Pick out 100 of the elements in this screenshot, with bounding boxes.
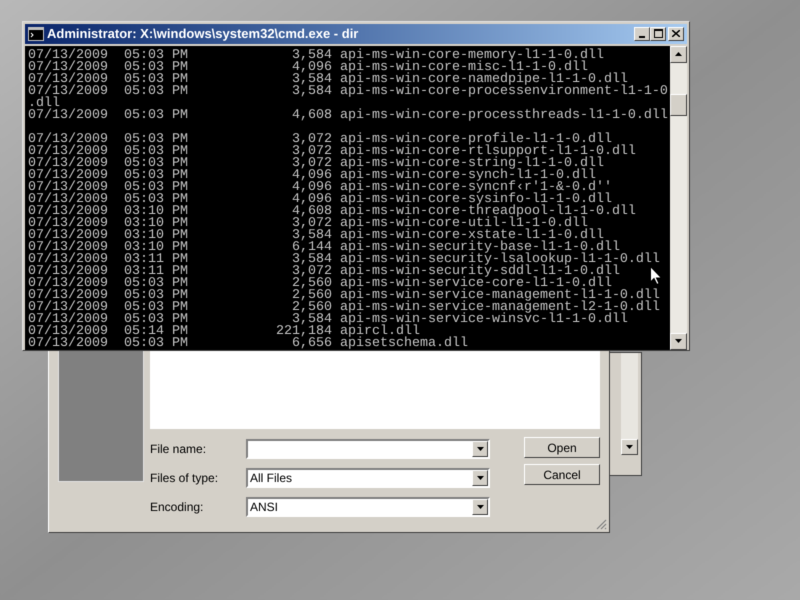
cancel-button[interactable]: Cancel: [524, 464, 600, 485]
file-size-text: 3,072: [292, 158, 332, 170]
field-label: File name:: [150, 440, 208, 458]
am-pm-text: PM: [172, 206, 188, 218]
am-pm-text: PM: [172, 242, 188, 254]
minimize-icon: [639, 36, 645, 38]
file-name-text: api-ms-win-core-threadpool-l1-1-0.dll: [340, 206, 636, 218]
date-text: 07/13/2009: [28, 134, 108, 146]
time-text: 05:03: [124, 302, 164, 314]
time-text: 05:03: [124, 170, 164, 182]
date-text: 07/13/2009: [28, 218, 108, 230]
date-text: 07/13/2009: [28, 266, 108, 278]
dropdown-value: All Files: [249, 470, 294, 486]
time-text: 05:03: [124, 338, 164, 350]
file-name-text: apircl.dll: [340, 326, 420, 338]
dropdown-button[interactable]: [472, 470, 488, 486]
file-name-text: api-ms-win-core-xstate-l1-1-0.dll: [340, 230, 604, 242]
am-pm-text: PM: [172, 218, 188, 230]
file-name-text: api-ms-win-service-management-l1-1-0.dll: [340, 290, 660, 302]
down-arrow-icon: [675, 339, 682, 343]
file-name-text: api-ms-win-core-synch-l1-1-0.dll: [340, 170, 596, 182]
am-pm-text: PM: [172, 338, 188, 350]
field-label: Encoding:: [150, 498, 204, 516]
file-size-text: 6,144: [292, 242, 332, 254]
file-name-text: api-ms-win-core-string-l1-1-0.dll: [340, 158, 604, 170]
maximize-button[interactable]: [650, 26, 666, 41]
file-name-text: api-ms-win-core-misc-l1-1-0.dll: [340, 62, 588, 74]
time-text: 05:03: [124, 86, 164, 98]
down-arrow-icon: [476, 504, 484, 508]
am-pm-text: PM: [172, 170, 188, 182]
open-button[interactable]: Open: [524, 437, 600, 458]
am-pm-text: PM: [172, 230, 188, 242]
time-text: 05:03: [124, 314, 164, 326]
file-name-combo-box[interactable]: [246, 438, 490, 458]
scroll-up-button[interactable]: [670, 46, 687, 62]
file-size-text: 3,584: [292, 50, 332, 62]
down-arrow-icon: [476, 446, 484, 450]
close-button[interactable]: [668, 26, 684, 41]
file-size-text: 3,584: [292, 74, 332, 86]
am-pm-text: PM: [172, 326, 188, 338]
date-text: 07/13/2009: [28, 158, 108, 170]
file-size-text: 3,072: [292, 146, 332, 158]
file-name-text: api-ms-win-service-winsvc-l1-1-0.dll: [340, 314, 628, 326]
file-name-text: api-ms-win-core-sysinfo-l1-1-0.dll: [340, 194, 612, 206]
date-text: 07/13/2009: [28, 146, 108, 158]
resize-grip-icon: [596, 519, 607, 530]
file-size-text: 3,584: [292, 314, 332, 326]
time-text: 05:03: [124, 62, 164, 74]
minimize-button[interactable]: [634, 26, 650, 41]
am-pm-text: PM: [172, 254, 188, 266]
dropdown-button[interactable]: [472, 440, 488, 456]
date-text: 07/13/2009: [28, 278, 108, 290]
file-size-text: 4,096: [292, 170, 332, 182]
file-name-text: api-ms-win-core-rtlsupport-l1-1-0.dll: [340, 146, 636, 158]
file-name-text: apisetschema.dll: [340, 338, 468, 350]
am-pm-text: PM: [172, 278, 188, 290]
file-size-text: 3,072: [292, 266, 332, 278]
file-size-text: 4,608: [292, 206, 332, 218]
date-text: 07/13/2009: [28, 230, 108, 242]
file-name-text: api-ms-win-service-core-l1-1-0.dll: [340, 278, 612, 290]
date-text: 07/13/2009: [28, 302, 108, 314]
date-text: 07/13/2009: [28, 86, 108, 98]
mouse-pointer-icon: [650, 266, 662, 285]
time-text: 03:10: [124, 242, 164, 254]
file-name-text: api-ms-win-core-namedpipe-l1-1-0.dll: [340, 74, 628, 86]
scroll-down-button[interactable]: [621, 439, 638, 455]
dropdown[interactable]: ANSI: [246, 496, 490, 516]
window-title: Administrator: X:\windows\system32\cmd.exe - dir: [47, 25, 360, 43]
time-text: 05:03: [124, 194, 164, 206]
file-size-text: 4,608: [292, 110, 332, 122]
close-icon: [672, 30, 680, 38]
file-name-text: api-ms-win-core-profile-l1-1-0.dll: [340, 134, 612, 146]
am-pm-text: PM: [172, 290, 188, 302]
dropdown-button[interactable]: [472, 498, 488, 514]
field-label: Files of type:: [150, 470, 220, 486]
am-pm-text: PM: [172, 50, 188, 62]
time-text: 05:03: [124, 146, 164, 158]
down-arrow-icon: [626, 445, 633, 449]
time-text: 05:14: [124, 326, 164, 338]
am-pm-text: PM: [172, 146, 188, 158]
file-name-text: api-ms-win-core-memory-l1-1-0.dll: [340, 50, 604, 62]
am-pm-text: PM: [172, 266, 188, 278]
date-text: 07/13/2009: [28, 74, 108, 86]
maximize-icon: [654, 29, 662, 38]
am-pm-text: PM: [172, 302, 188, 314]
console-app-icon: [28, 26, 44, 41]
date-text: 07/13/2009: [28, 182, 108, 194]
am-pm-text: PM: [172, 314, 188, 326]
file-name-text: api-ms-win-core-processenvironment-l1-1-0: [340, 86, 668, 98]
am-pm-text: PM: [172, 62, 188, 74]
time-text: 03:10: [124, 206, 164, 218]
dropdown[interactable]: All Files: [246, 468, 490, 488]
scroll-down-button[interactable]: [670, 332, 687, 350]
file-size-text: 2,560: [292, 278, 332, 290]
file-name-text: api-ms-win-core-syncnf‹r'1-&-0.d'': [340, 182, 612, 194]
file-size-text: 3,072: [292, 134, 332, 146]
up-arrow-icon: [675, 52, 682, 56]
file-size-text: 4,096: [292, 194, 332, 206]
file-name-text: .dll: [28, 98, 60, 110]
scroll-thumb[interactable]: [670, 94, 687, 116]
